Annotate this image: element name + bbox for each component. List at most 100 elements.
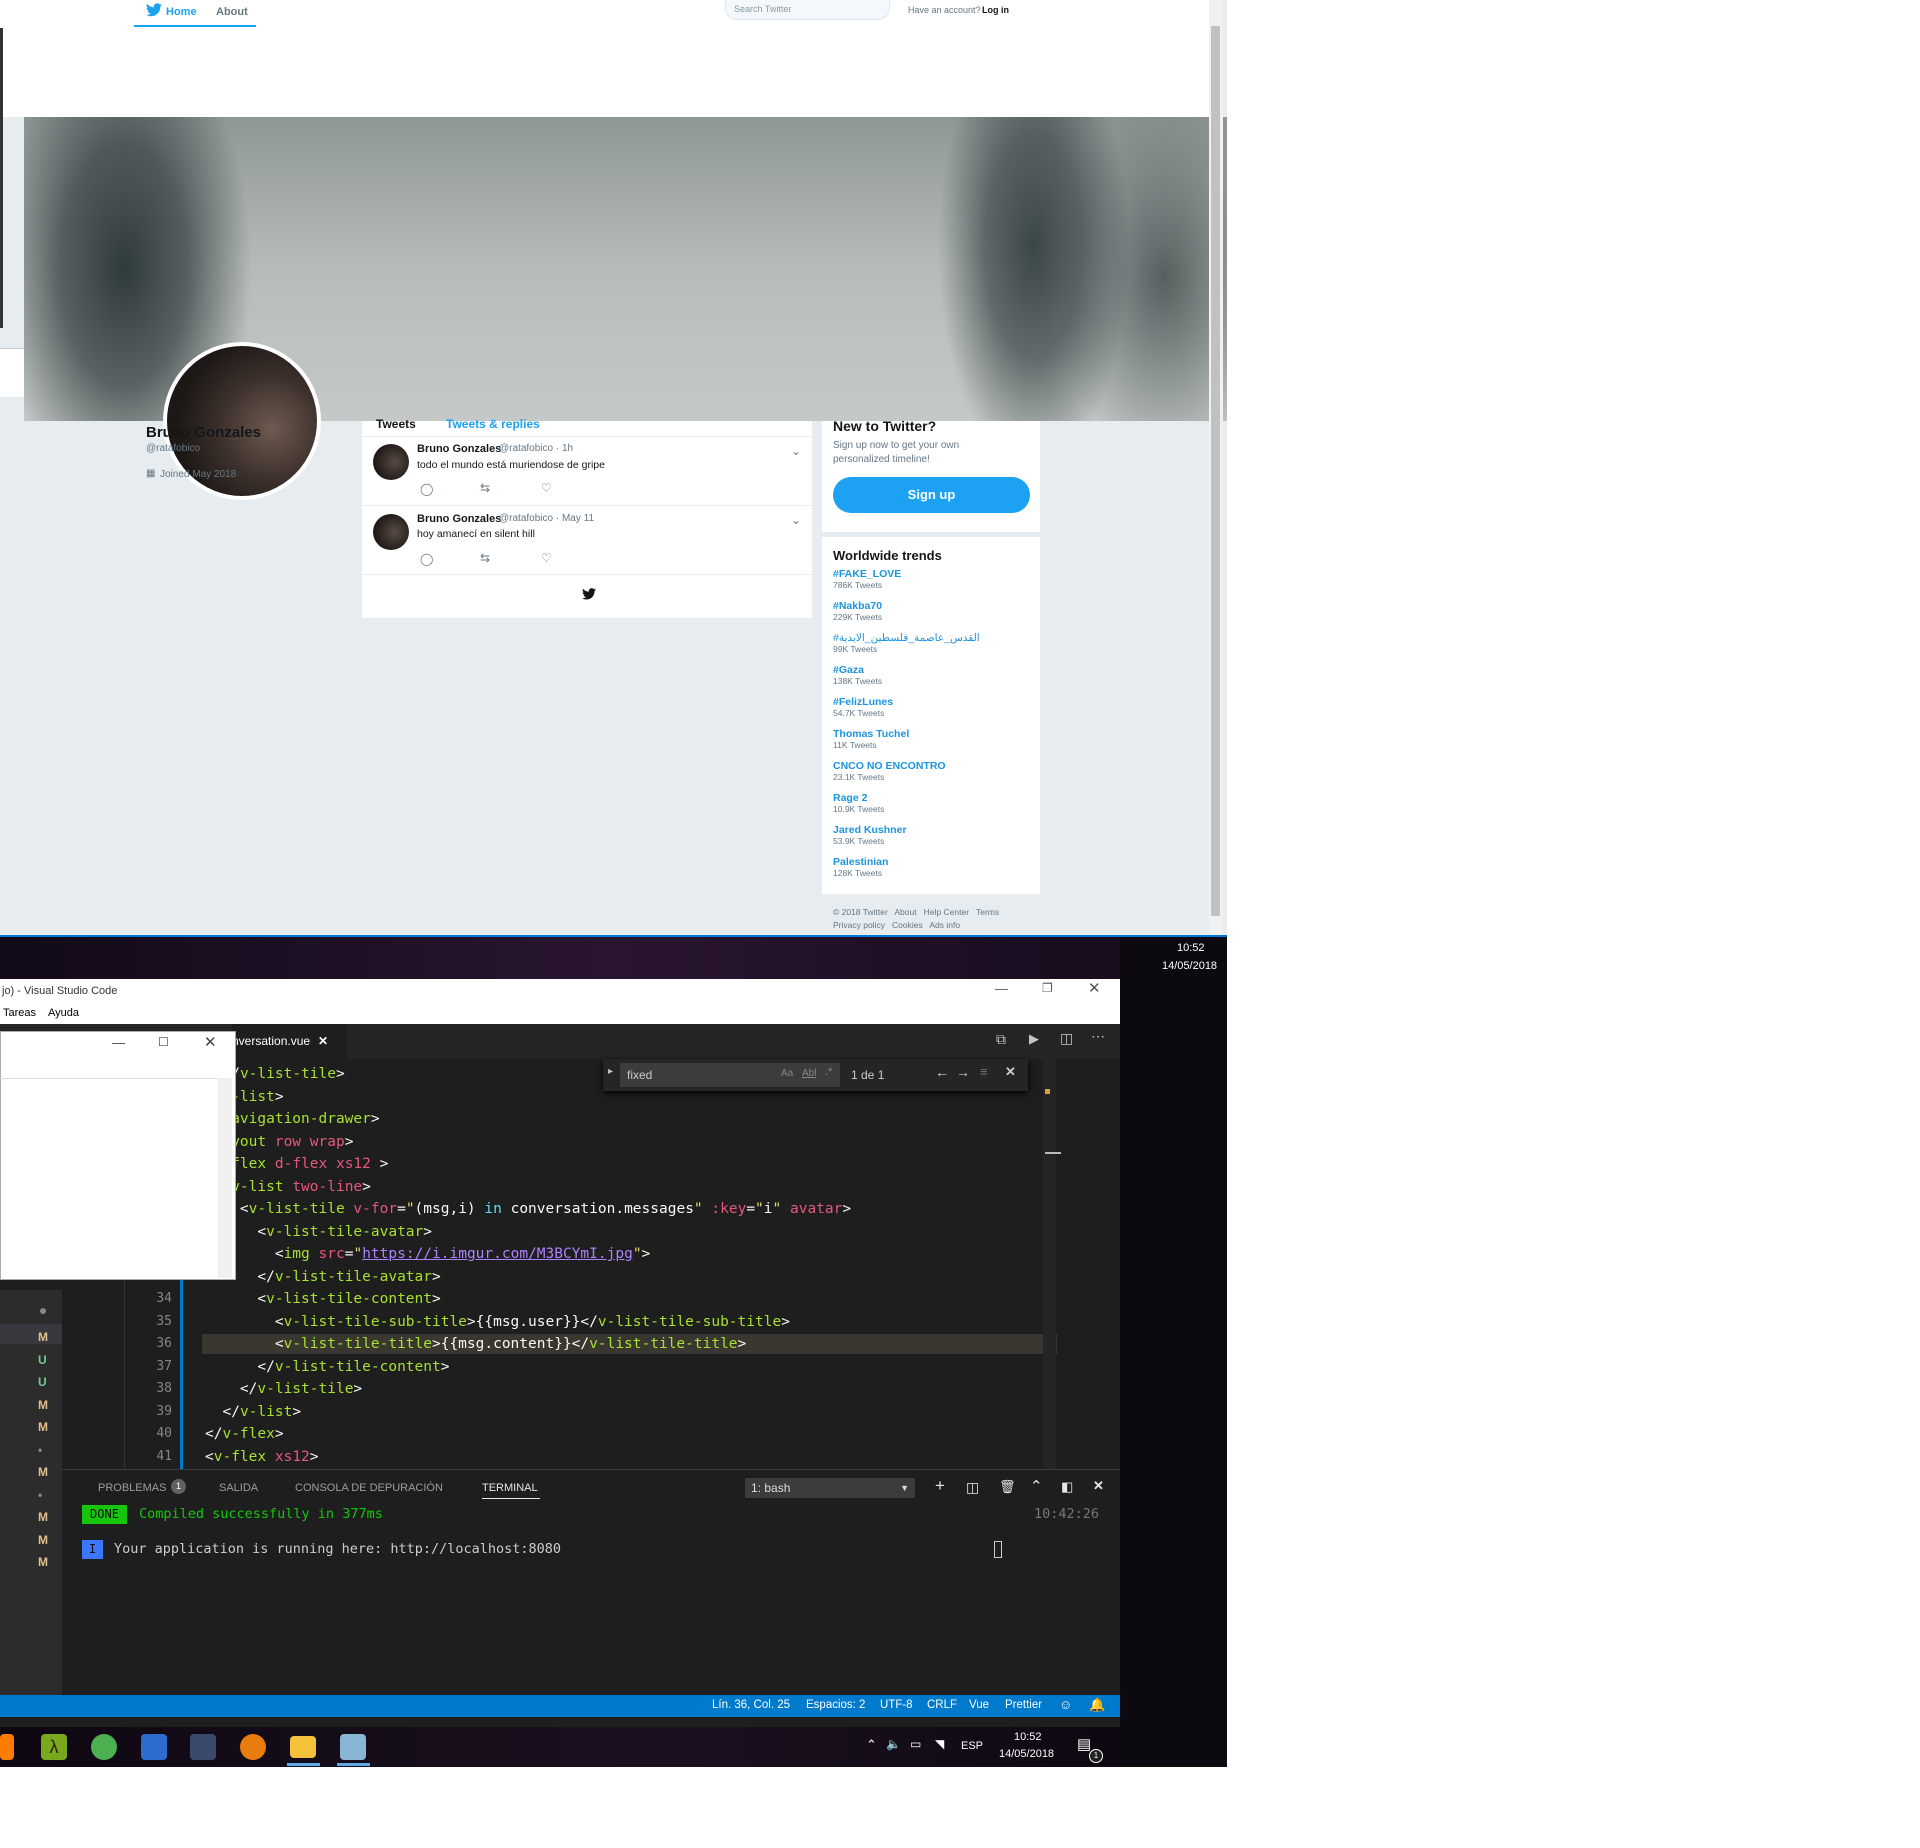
terminal-select[interactable]: 1: bash ▼: [745, 1478, 915, 1498]
previous-match-icon[interactable]: ←: [935, 1064, 949, 1080]
wifi-icon[interactable]: ◥: [935, 1737, 944, 1751]
trend-item[interactable]: #FelizLunes 54.7K Tweets: [833, 696, 1033, 728]
trend-name[interactable]: #Nakba70: [833, 600, 1033, 612]
status-eol[interactable]: CRLF: [927, 1699, 957, 1711]
trend-name[interactable]: Jared Kushner: [833, 824, 1033, 836]
tweet-avatar[interactable]: [373, 444, 409, 480]
status-position[interactable]: Lín. 36, Col. 25: [712, 1699, 790, 1711]
trash-icon[interactable]: 🗑: [999, 1479, 1016, 1495]
trend-item[interactable]: #FAKE_LOVE 786K Tweets: [833, 568, 1033, 600]
trend-item[interactable]: Palestinian 128K Tweets: [833, 856, 1033, 888]
tweet-author[interactable]: Bruno Gonzales: [417, 513, 501, 525]
trend-item[interactable]: Jared Kushner 53.9K Tweets: [833, 824, 1033, 856]
trend-item[interactable]: Thomas Tuchel 11K Tweets: [833, 728, 1033, 760]
split-editor-icon[interactable]: ◫: [1060, 1030, 1073, 1047]
trend-name[interactable]: Thomas Tuchel: [833, 728, 1033, 740]
overview-ruler[interactable]: [1043, 1059, 1056, 1469]
reply-icon[interactable]: ◯: [420, 482, 433, 496]
more-actions-icon[interactable]: ⋯: [1091, 1028, 1105, 1045]
image-url[interactable]: https://i.imgur.com/M3BCYmI.jpg: [362, 1246, 633, 1262]
tab-terminal[interactable]: TERMINAL: [482, 1482, 538, 1494]
trend-item[interactable]: CNCO NO ENCONTRO 23.1K Tweets: [833, 760, 1033, 792]
status-formatter[interactable]: Prettier: [1005, 1699, 1042, 1711]
tweet-avatar[interactable]: [373, 514, 409, 550]
footer-links[interactable]: © 2018 Twitter About Help Center Terms: [833, 907, 999, 917]
menu-item-ayuda[interactable]: Ayuda: [48, 1007, 79, 1019]
notifications-bell-icon[interactable]: 🔔: [1089, 1697, 1105, 1713]
battery-icon[interactable]: ▭: [910, 1737, 921, 1751]
virtualbox-icon[interactable]: [190, 1734, 216, 1760]
feedback-smiley-icon[interactable]: ☺: [1059, 1697, 1072, 1712]
trend-name[interactable]: #FAKE_LOVE: [833, 568, 1033, 580]
trend-name[interactable]: Rage 2: [833, 792, 1033, 804]
status-language[interactable]: Vue: [969, 1699, 989, 1711]
chevron-up-icon[interactable]: ⌃: [1030, 1477, 1043, 1495]
find-in-selection-icon[interactable]: ≡: [980, 1064, 988, 1079]
trend-name[interactable]: #Gaza: [833, 664, 1033, 676]
close-panel-icon[interactable]: ✕: [1093, 1478, 1104, 1494]
nav-home-link[interactable]: Home: [166, 6, 197, 18]
tweet-meta[interactable]: @ratafobico · 1h: [499, 443, 573, 454]
network-app-icon[interactable]: [141, 1734, 167, 1760]
toggle-replace-icon[interactable]: ▸: [608, 1066, 613, 1077]
status-encoding[interactable]: UTF-8: [880, 1699, 913, 1711]
illustrator-icon[interactable]: [0, 1734, 14, 1760]
app-leaf-icon[interactable]: [91, 1734, 117, 1760]
chevron-down-icon[interactable]: ⌄: [791, 513, 801, 527]
footer-links[interactable]: Privacy policy Cookies Ads info: [833, 920, 960, 930]
tab-tweets[interactable]: Tweets: [376, 417, 416, 431]
close-icon[interactable]: ✕: [1088, 979, 1101, 997]
trend-name[interactable]: Palestinian: [833, 856, 1033, 868]
login-link[interactable]: Log in: [982, 5, 1009, 15]
tab-output[interactable]: SALIDA: [219, 1482, 258, 1494]
trend-name[interactable]: #FelizLunes: [833, 696, 1033, 708]
close-tab-icon[interactable]: ✕: [318, 1034, 328, 1048]
regex-toggle-icon[interactable]: .*: [825, 1066, 832, 1078]
like-icon[interactable]: ♡: [541, 481, 552, 495]
chevron-up-icon[interactable]: ⌃: [866, 1737, 877, 1753]
taskbar-clock-date[interactable]: 14/05/2018: [999, 1748, 1054, 1760]
action-center-icon[interactable]: ▤: [1077, 1735, 1091, 1753]
signup-button[interactable]: Sign up: [833, 477, 1030, 513]
blender-icon[interactable]: [240, 1734, 266, 1760]
profile-handle[interactable]: @ratafobico: [146, 443, 200, 454]
input-language[interactable]: ESP: [961, 1740, 983, 1752]
close-icon[interactable]: ✕: [204, 1033, 217, 1051]
trend-item[interactable]: #Gaza 138K Tweets: [833, 664, 1033, 696]
restore-icon[interactable]: ❐: [1042, 981, 1053, 995]
tab-debug-console[interactable]: CONSOLA DE DEPURACIÓN: [295, 1482, 443, 1494]
minimize-icon[interactable]: —: [995, 981, 1008, 996]
close-find-icon[interactable]: ✕: [1005, 1064, 1016, 1080]
match-word-toggle[interactable]: Abl: [802, 1068, 816, 1079]
reply-icon[interactable]: ◯: [420, 552, 433, 566]
nav-about-link[interactable]: About: [216, 6, 248, 18]
tweet-author[interactable]: Bruno Gonzales: [417, 443, 501, 455]
minimize-icon[interactable]: —: [112, 1035, 125, 1050]
split-terminal-icon[interactable]: ◫: [966, 1479, 979, 1496]
window-scrollbar[interactable]: [218, 1078, 232, 1278]
retweet-icon[interactable]: ⇆: [480, 481, 490, 495]
volume-icon[interactable]: 🔈: [886, 1737, 901, 1751]
retweet-icon[interactable]: ⇆: [480, 551, 490, 565]
trend-item[interactable]: #Nakba70 229K Tweets: [833, 600, 1033, 632]
trend-name[interactable]: CNCO NO ENCONTRO: [833, 760, 1033, 772]
code-editor[interactable]: </v-list-tile> </v-list> v-navigation-draw…: [205, 1063, 851, 1468]
twitter-search-input[interactable]: Search Twitter: [725, 0, 890, 20]
notes-app-icon[interactable]: [340, 1734, 366, 1760]
editor-tab[interactable]: nversation.vue ✕: [232, 1024, 347, 1059]
open-preview-icon[interactable]: ⧉: [996, 1031, 1006, 1048]
browser-scroll-thumb[interactable]: [1211, 26, 1220, 916]
trend-item[interactable]: #القدس_عاصمة_فلسطين_الابدية 99K Tweets: [833, 632, 1033, 664]
taskbar-clock-time[interactable]: 10:52: [1014, 1731, 1042, 1743]
next-match-icon[interactable]: →: [956, 1064, 970, 1080]
trend-item[interactable]: Rage 2 10.9K Tweets: [833, 792, 1033, 824]
profile-name[interactable]: Bruno Gonzales: [146, 424, 261, 441]
new-terminal-icon[interactable]: +: [935, 1476, 945, 1496]
tab-problems[interactable]: PROBLEMAS: [98, 1482, 166, 1494]
like-icon[interactable]: ♡: [541, 551, 552, 565]
lambda-app-icon[interactable]: λ: [41, 1734, 67, 1760]
run-icon[interactable]: ▶: [1029, 1031, 1039, 1047]
menu-item-tareas[interactable]: Tareas: [3, 1007, 36, 1019]
toggle-panel-icon[interactable]: ◧: [1061, 1479, 1073, 1495]
trend-name[interactable]: #القدس_عاصمة_فلسطين_الابدية: [833, 632, 1033, 644]
